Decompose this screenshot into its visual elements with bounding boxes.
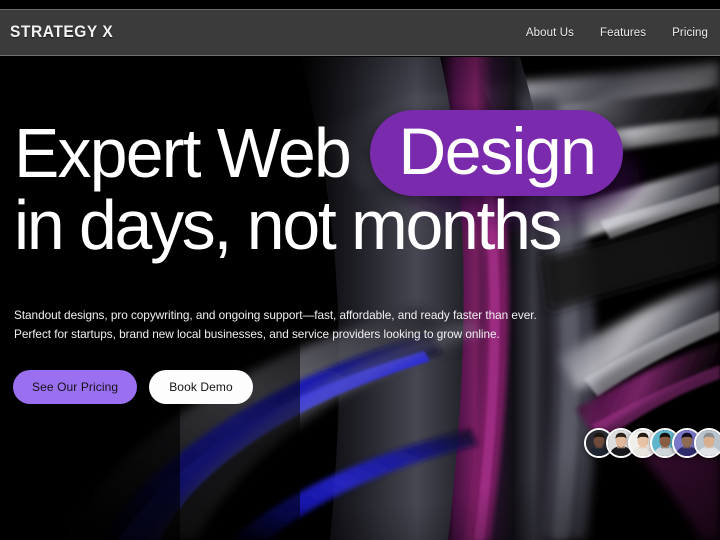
primary-nav: About Us Features Pricing xyxy=(526,27,710,39)
hero-subtext: Standout designs, pro copywriting, and o… xyxy=(14,306,614,343)
headline-highlight-pill: Design xyxy=(370,110,624,196)
subtext-line-2: Perfect for startups, brand new local bu… xyxy=(14,326,500,341)
nav-item-features[interactable]: Features xyxy=(600,27,646,39)
see-our-pricing-button[interactable]: See Our Pricing xyxy=(13,370,138,404)
nav-item-about-us[interactable]: About Us xyxy=(526,27,574,39)
hero-headline: Expert Web Design in days, not months xyxy=(14,110,714,268)
headline-text-in-days-not-months: in days, not months xyxy=(14,185,563,264)
headline-text-design: Design xyxy=(398,114,596,188)
hero-cta-row: See Our Pricing Book Demo xyxy=(13,370,253,404)
book-demo-button[interactable]: Book Demo xyxy=(149,370,253,404)
headline-line-2: in days, not months xyxy=(14,182,714,268)
headline-text-expert-web: Expert Web xyxy=(14,113,352,192)
avatar xyxy=(694,428,720,458)
hero-content: Expert Web Design in days, not months St… xyxy=(0,57,720,540)
customer-avatar-group xyxy=(584,428,720,458)
site-header: STRATEGY X About Us Features Pricing xyxy=(0,9,720,56)
nav-item-pricing[interactable]: Pricing xyxy=(672,27,708,39)
hero-section: Expert Web Design in days, not months St… xyxy=(0,57,720,540)
top-black-strip xyxy=(0,0,720,9)
hero-page: STRATEGY X About Us Features Pricing Exp… xyxy=(0,0,720,540)
site-logo[interactable]: STRATEGY X xyxy=(10,23,113,42)
subtext-line-1: Standout designs, pro copywriting, and o… xyxy=(14,308,537,322)
